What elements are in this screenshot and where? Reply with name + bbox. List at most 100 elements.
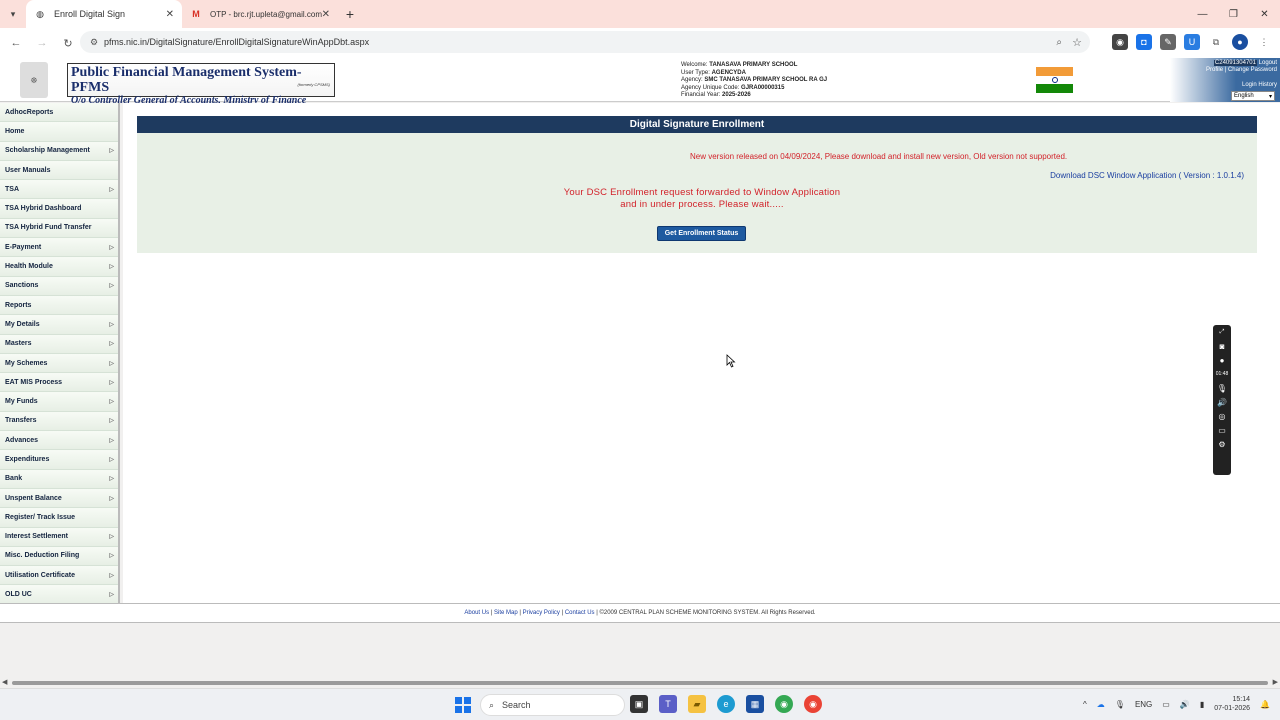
about-us-link[interactable]: About Us xyxy=(464,610,489,616)
reload-icon[interactable]: ↻ xyxy=(56,31,80,55)
sidebar-item-old-uc[interactable]: OLD UC ▷ xyxy=(0,585,118,605)
sidebar-item-utilisation-certificate[interactable]: Utilisation Certificate ▷ xyxy=(0,566,118,586)
sidebar-item-tsa-hybrid-fund-transfer[interactable]: TSA Hybrid Fund Transfer xyxy=(0,218,118,239)
extension-icon[interactable]: ✎ xyxy=(1160,34,1176,50)
recorder-expand-icon[interactable]: ⤢ xyxy=(1220,328,1225,337)
logout-link[interactable]: Logout xyxy=(1259,60,1277,66)
camera-icon[interactable]: ◙ xyxy=(1220,342,1225,351)
scrollbar-thumb[interactable] xyxy=(12,681,1268,685)
forward-icon[interactable]: → xyxy=(30,31,54,55)
sidebar-item-masters[interactable]: Masters ▷ xyxy=(0,334,118,354)
extension-icon[interactable]: U xyxy=(1184,34,1200,50)
sidebar-item-user-manuals[interactable]: User Manuals xyxy=(0,160,118,181)
sidebar-item-reports[interactable]: Reports xyxy=(0,295,118,316)
tab-search-icon[interactable]: ▾ xyxy=(0,0,26,28)
microphone-icon[interactable]: 🎙 xyxy=(1217,384,1227,393)
restore-icon[interactable]: ❐ xyxy=(1218,0,1249,28)
new-tab-button[interactable]: + xyxy=(338,0,362,28)
sidebar-item-adhocreports[interactable]: AdhocReports xyxy=(0,103,118,123)
scroll-left-icon[interactable]: ◀ xyxy=(2,678,7,686)
sidebar-item-tsa-hybrid-dashboard[interactable]: TSA Hybrid Dashboard xyxy=(0,199,118,219)
sidebar-item-e-payment[interactable]: E-Payment ▷ xyxy=(0,238,118,258)
extension-icon[interactable]: ◉ xyxy=(1112,34,1128,50)
privacy-policy-link[interactable]: Privacy Policy xyxy=(523,610,560,616)
sidebar-item-bank[interactable]: Bank ▷ xyxy=(0,469,118,489)
extensions-puzzle-icon[interactable]: ⧉ xyxy=(1208,34,1224,50)
store-icon[interactable]: ▦ xyxy=(746,695,764,713)
close-tab-icon[interactable]: ✕ xyxy=(322,9,330,20)
bookmark-star-icon[interactable]: ☆ xyxy=(1072,36,1082,49)
gear-icon[interactable]: ⚙ xyxy=(1218,440,1225,449)
language-indicator[interactable]: ENG xyxy=(1135,700,1152,709)
sidebar-item-eat-mis-process[interactable]: EAT MIS Process ▷ xyxy=(0,373,118,393)
change-password-link[interactable]: Change Password xyxy=(1228,67,1277,73)
close-tab-icon[interactable]: ✕ xyxy=(166,9,174,20)
sidebar-item-sanctions[interactable]: Sanctions ▷ xyxy=(0,276,118,296)
browser-tab-strip: ▾ ◍ Enroll Digital Sign ✕ M OTP - brc.rj… xyxy=(0,0,1280,28)
file-explorer-icon[interactable]: ▰ xyxy=(688,695,706,713)
sidebar-item-expenditures[interactable]: Expenditures ▷ xyxy=(0,450,118,470)
sidebar-item-misc-deduction-filing[interactable]: Misc. Deduction Filing ▷ xyxy=(0,546,118,567)
user-info: Welcome: TANASAVA PRIMARY SCHOOL User Ty… xyxy=(681,62,827,100)
sidebar-item-advances[interactable]: Advances ▷ xyxy=(0,431,118,451)
address-bar[interactable]: ⚙ pfms.nic.in/DigitalSignature/EnrollDig… xyxy=(80,31,1090,53)
sidebar-item-unspent-balance[interactable]: Unspent Balance ▷ xyxy=(0,488,118,509)
sidebar-item-label: Register/ Track Issue xyxy=(5,513,76,521)
back-icon[interactable]: ← xyxy=(4,31,28,55)
submenu-arrow-icon: ▷ xyxy=(109,283,114,290)
sidebar-item-my-details[interactable]: My Details ▷ xyxy=(0,315,118,335)
tab-enroll-digital-sign[interactable]: ◍ Enroll Digital Sign ✕ xyxy=(26,0,182,28)
sidebar-item-scholarship-management[interactable]: Scholarship Management ▷ xyxy=(0,141,118,161)
sidebar-item-tsa[interactable]: TSA ▷ xyxy=(0,180,118,200)
extension-icon[interactable]: ◘ xyxy=(1136,34,1152,50)
sidebar-item-my-schemes[interactable]: My Schemes ▷ xyxy=(0,353,118,374)
minimize-icon[interactable]: — xyxy=(1187,0,1218,28)
sidebar-item-transfers[interactable]: Transfers ▷ xyxy=(0,411,118,432)
submenu-arrow-icon: ▷ xyxy=(109,244,114,251)
browser-menu-icon[interactable]: ⋮ xyxy=(1256,34,1272,50)
network-icon[interactable]: ▭ xyxy=(1162,700,1170,709)
chrome-profile-icon[interactable]: ◉ xyxy=(804,695,822,713)
tray-overflow-icon[interactable]: ^ xyxy=(1083,700,1087,709)
taskbar-search[interactable]: ⌕ Search xyxy=(480,694,625,716)
horizontal-scrollbar[interactable]: ◀ ▶ xyxy=(0,678,1280,688)
submenu-arrow-icon: ▷ xyxy=(109,399,114,406)
profile-avatar[interactable]: ● xyxy=(1232,34,1248,50)
notification-bell-icon[interactable]: 🔔 xyxy=(1260,700,1270,709)
close-window-icon[interactable]: ✕ xyxy=(1249,0,1280,28)
webcam-icon[interactable]: ◎ xyxy=(1219,412,1226,421)
speaker-icon[interactable]: 🔊 xyxy=(1217,398,1227,407)
sidebar-item-home[interactable]: Home xyxy=(0,122,118,142)
sidebar-item-my-funds[interactable]: My Funds ▷ xyxy=(0,392,118,412)
get-enrollment-status-button[interactable]: Get Enrollment Status xyxy=(657,226,746,241)
download-dsc-link[interactable]: Download DSC Window Application ( Versio… xyxy=(1050,171,1244,180)
taskbar-clock[interactable]: 15:14 07-01-2026 xyxy=(1214,695,1250,713)
pfms-logo[interactable]: Public Financial Management System-PFMS … xyxy=(67,63,335,106)
site-info-icon[interactable]: ⚙ xyxy=(84,37,104,48)
windows-start-icon[interactable] xyxy=(455,697,471,713)
contact-us-link[interactable]: Contact Us xyxy=(565,610,595,616)
edge-icon[interactable]: e xyxy=(717,695,735,713)
window-icon[interactable]: ▭ xyxy=(1218,426,1226,435)
scroll-right-icon[interactable]: ▶ xyxy=(1273,678,1278,686)
login-history-link[interactable]: Login History xyxy=(1242,82,1277,88)
language-select[interactable]: English ▾ xyxy=(1231,91,1275,101)
extensions-bar: ◉ ◘ ✎ U ⧉ ● ⋮ xyxy=(1112,34,1272,50)
teams-icon[interactable]: T xyxy=(659,695,677,713)
task-view-icon[interactable]: ▣ xyxy=(630,695,648,713)
sidebar-item-interest-settlement[interactable]: Interest Settlement ▷ xyxy=(0,527,118,547)
sidebar-item-register-track-issue[interactable]: Register/ Track Issue xyxy=(0,508,118,528)
site-map-link[interactable]: Site Map xyxy=(494,610,518,616)
record-icon[interactable]: ● xyxy=(1220,356,1225,365)
battery-icon[interactable]: ▮ xyxy=(1200,700,1204,709)
volume-icon[interactable]: 🔊 xyxy=(1180,700,1190,709)
sidebar-item-health-module[interactable]: Health Module ▷ xyxy=(0,257,118,277)
profile-link[interactable]: Profile xyxy=(1206,67,1223,73)
onedrive-icon[interactable]: ☁ xyxy=(1097,700,1105,709)
chrome-icon[interactable]: ◉ xyxy=(775,695,793,713)
zoom-icon[interactable]: ⌕ xyxy=(1056,37,1062,48)
agency-value: SMC TANASAVA PRIMARY SCHOOL RA GJ xyxy=(704,77,828,83)
microphone-tray-icon[interactable]: 🎙 xyxy=(1115,700,1125,709)
url-text[interactable]: pfms.nic.in/DigitalSignature/EnrollDigit… xyxy=(104,37,369,47)
tab-gmail-otp[interactable]: M OTP - brc.rjt.upleta@gmail.com ✕ xyxy=(182,0,338,28)
